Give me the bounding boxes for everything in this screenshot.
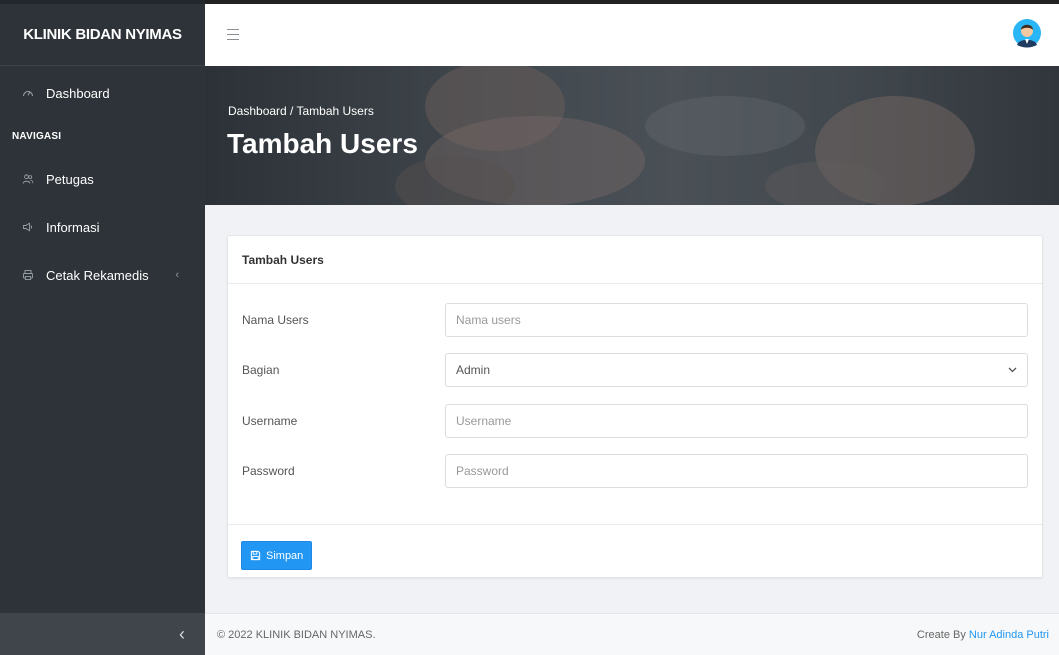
breadcrumb: Dashboard / Tambah Users <box>228 104 374 118</box>
add-user-card: Tambah Users Nama Users Bagian Admin Use… <box>227 235 1043 578</box>
megaphone-icon <box>20 219 36 235</box>
sidebar-item-petugas[interactable]: Petugas <box>0 155 205 203</box>
sidebar-item-informasi[interactable]: Informasi <box>0 203 205 251</box>
credit-prefix: Create By <box>916 628 969 641</box>
dashboard-icon <box>20 85 36 101</box>
brand-logo[interactable]: KLINIK BIDAN NYIMAS <box>0 0 205 66</box>
nav-section-header: NAVIGASI <box>12 130 62 142</box>
credit-text: Create By Nur Adinda Putri <box>917 629 1049 641</box>
menu-toggle-icon[interactable] <box>227 29 239 40</box>
form-row-password: Password <box>242 454 1028 488</box>
chevron-left-icon: ‹ <box>175 269 179 281</box>
avatar[interactable] <box>1013 18 1041 48</box>
nama-users-label: Nama Users <box>242 313 309 327</box>
sidebar-item-cetak-rekamedis[interactable]: Cetak Rekamedis ‹ <box>0 251 205 299</box>
password-input[interactable] <box>445 454 1028 488</box>
page-header-banner: Dashboard / Tambah Users Tambah Users <box>205 66 1059 205</box>
sidebar-collapse-button[interactable]: ‹ <box>0 613 205 655</box>
sidebar: KLINIK BIDAN NYIMAS Dashboard NAVIGASI P… <box>0 0 205 655</box>
bagian-label: Bagian <box>242 363 280 377</box>
page-title: Tambah Users <box>227 128 418 159</box>
sidebar-item-dashboard[interactable]: Dashboard <box>0 69 205 117</box>
bagian-selected-value: Admin <box>456 363 491 377</box>
sidebar-item-label: Informasi <box>46 219 100 235</box>
save-icon <box>250 550 261 561</box>
chevron-down-icon <box>1008 365 1017 376</box>
page-footer: © 2022 KLINIK BIDAN NYIMAS. Create By Nu… <box>205 613 1059 655</box>
form-row-nama-users: Nama Users <box>242 303 1028 337</box>
sidebar-item-label: Dashboard <box>46 85 110 101</box>
password-label: Password <box>242 464 295 478</box>
card-title: Tambah Users <box>228 236 1042 284</box>
printer-icon <box>20 267 36 283</box>
bagian-select[interactable]: Admin <box>445 353 1028 387</box>
nama-users-input[interactable] <box>445 303 1028 337</box>
top-navbar <box>205 0 1059 66</box>
save-button-label: Simpan <box>266 549 304 562</box>
sidebar-item-label: Cetak Rekamedis <box>46 267 149 283</box>
author-link[interactable]: Nur Adinda Putri <box>969 629 1049 641</box>
chevron-left-icon: ‹ <box>179 623 185 644</box>
username-label: Username <box>242 414 298 428</box>
form-row-bagian: Bagian Admin <box>242 353 1028 387</box>
sidebar-item-label: Petugas <box>46 171 94 187</box>
form-row-username: Username <box>242 404 1028 438</box>
save-button[interactable]: Simpan <box>241 541 313 570</box>
username-input[interactable] <box>445 404 1028 438</box>
card-footer: Simpan <box>228 524 1042 578</box>
copyright-text: © 2022 KLINIK BIDAN NYIMAS. <box>217 628 376 641</box>
users-icon <box>20 171 36 187</box>
